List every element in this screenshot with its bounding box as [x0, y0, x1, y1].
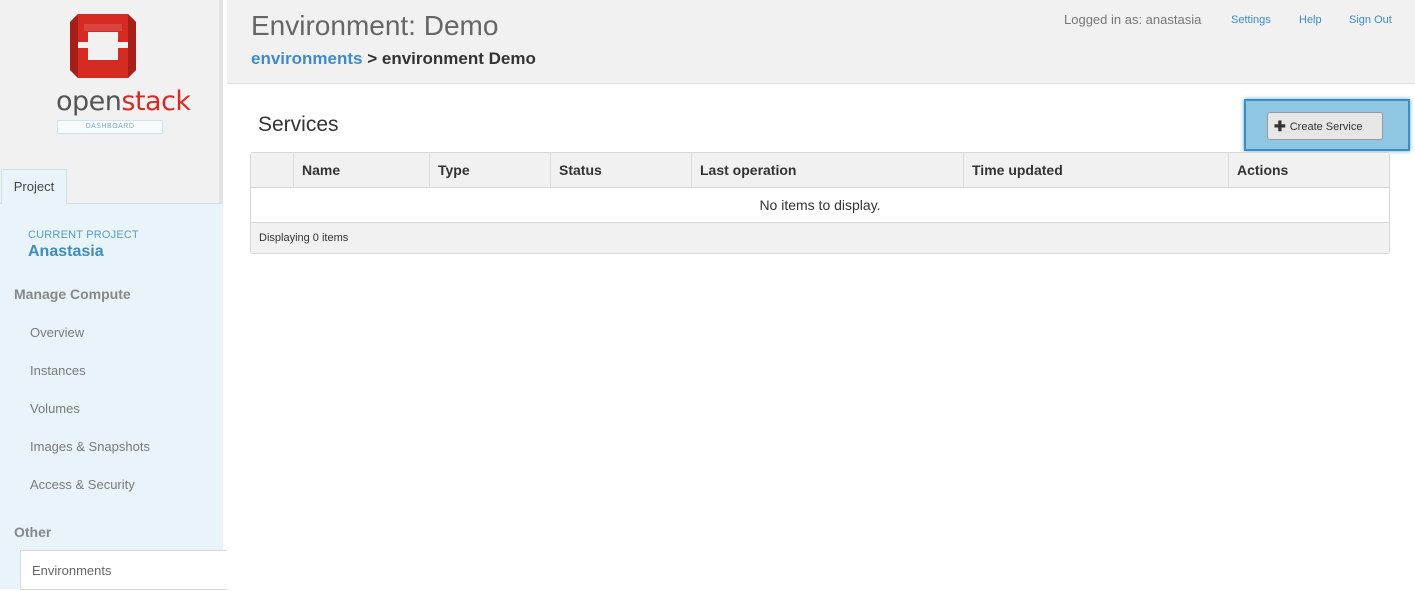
create-service-button[interactable]: ✚ Create Service	[1267, 112, 1383, 140]
column-header-select	[251, 153, 293, 188]
sidebar-item-volumes[interactable]: Volumes	[30, 401, 80, 416]
column-header-actions: Actions	[1228, 153, 1389, 188]
breadcrumb-environments-link[interactable]: environments	[251, 49, 362, 68]
sidebar-item-access-security[interactable]: Access & Security	[30, 477, 135, 492]
sidebar-item-instances[interactable]: Instances	[30, 363, 86, 378]
page-title: Environment: Demo	[251, 10, 499, 41]
openstack-logo[interactable]: openstack DASHBOARD	[56, 14, 191, 139]
create-service-label: Create Service	[1289, 121, 1363, 133]
current-project-label: CURRENT PROJECT	[28, 229, 139, 241]
sidebar-item-environments[interactable]: Environments	[20, 550, 227, 590]
services-heading: Services	[258, 113, 339, 136]
create-service-highlight: ✚ Create Service	[1244, 99, 1410, 151]
tab-project[interactable]: Project	[1, 169, 67, 204]
current-project-name[interactable]: Anastasia	[28, 243, 104, 261]
column-header-status[interactable]: Status	[550, 153, 691, 188]
breadcrumb: environments > environment Demo	[251, 49, 536, 69]
project-panel: CURRENT PROJECT Anastasia Manage Compute…	[0, 203, 227, 590]
sidebar-item-overview[interactable]: Overview	[30, 325, 84, 340]
services-table: Name Type Status Last operation Time upd…	[250, 152, 1390, 254]
column-header-time-updated[interactable]: Time updated	[963, 153, 1228, 188]
settings-link[interactable]: Settings	[1231, 14, 1271, 26]
sign-out-link[interactable]: Sign Out	[1349, 14, 1392, 26]
breadcrumb-separator: >	[367, 49, 378, 68]
plus-icon: ✚	[1274, 118, 1286, 134]
logged-in-user: Logged in as: anastasia	[1064, 12, 1202, 27]
logo-subtitle: DASHBOARD	[57, 120, 163, 134]
page-header: Environment: Demo environments > environ…	[227, 0, 1415, 84]
section-manage-compute: Manage Compute	[14, 286, 131, 302]
column-header-type[interactable]: Type	[429, 153, 550, 188]
sidebar: openstack DASHBOARD Project CURRENT PROJ…	[0, 0, 227, 590]
table-empty-message: No items to display.	[251, 188, 1389, 223]
logo-wordmark: openstack	[56, 86, 191, 117]
help-link[interactable]: Help	[1299, 14, 1322, 26]
column-header-name[interactable]: Name	[293, 153, 429, 188]
table-header: Name Type Status Last operation Time upd…	[251, 153, 1389, 188]
openstack-cube-icon	[70, 14, 136, 78]
sidebar-item-images-snapshots[interactable]: Images & Snapshots	[30, 439, 150, 454]
breadcrumb-current: environment Demo	[381, 49, 536, 68]
table-footer-count: Displaying 0 items	[251, 223, 1389, 253]
column-header-last-operation[interactable]: Last operation	[691, 153, 963, 188]
section-other: Other	[14, 524, 52, 540]
